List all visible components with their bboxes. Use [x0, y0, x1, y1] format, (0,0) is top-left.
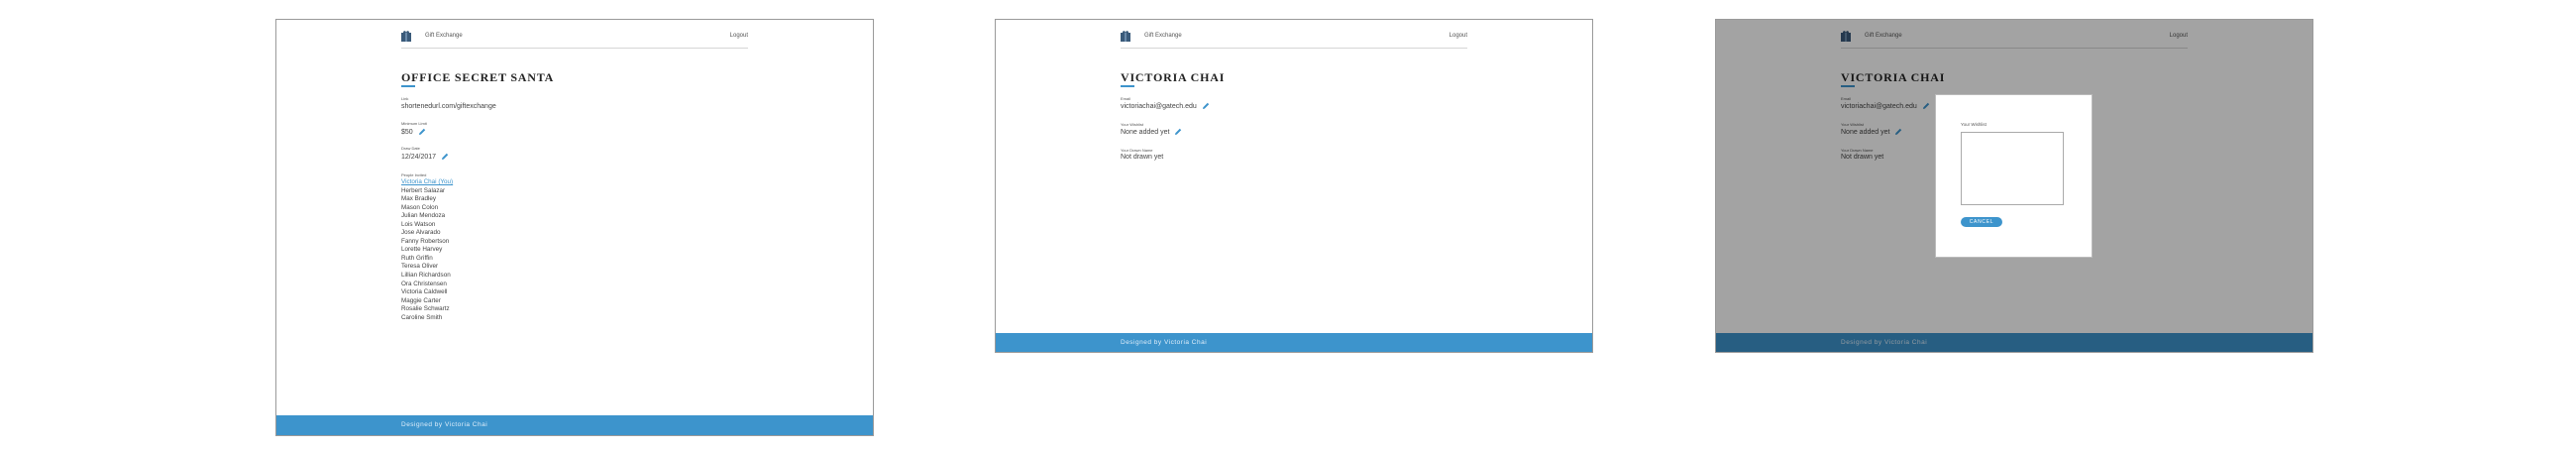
list-item: Victoria Caldwell — [401, 288, 448, 296]
minimum-limit-label: Minimum Limit — [401, 121, 427, 126]
list-item: Ora Christensen — [401, 280, 447, 287]
screen-profile-wishlist-modal: Gift Exchange Logout VICTORIA CHAI Email… — [1715, 19, 2313, 353]
list-item: Herbert Salazar — [401, 186, 446, 194]
minimum-limit-value: $50 — [401, 128, 413, 136]
draw-date-field: 12/24/2017 — [401, 153, 449, 161]
edit-pencil-icon[interactable] — [441, 153, 449, 161]
edit-pencil-icon[interactable] — [1174, 128, 1182, 136]
minimum-limit-field: $50 — [401, 128, 426, 136]
list-item: Jose Alvarado — [401, 229, 441, 237]
list-item: Ruth Griffin — [401, 254, 433, 262]
edit-pencil-icon[interactable] — [1202, 102, 1210, 110]
footer: Designed by Victoria Chai — [276, 415, 873, 435]
draw-date-value: 12/24/2017 — [401, 153, 437, 161]
screen-profile: Gift Exchange Logout VICTORIA CHAI Email… — [995, 19, 1593, 353]
cancel-button[interactable]: CANCEL — [1961, 217, 2002, 227]
link-text[interactable]: shortenedurl.com/giftexchange — [401, 103, 496, 110]
list-item: Fanny Robertson — [401, 237, 450, 245]
app-name-link[interactable]: Gift Exchange — [425, 33, 463, 39]
modal-wishlist-label: Your Wishlist — [1961, 122, 1986, 127]
email-value: victoriachai@gatech.edu — [1121, 102, 1197, 110]
title-underline — [401, 85, 415, 87]
wishlist-modal: Your Wishlist CANCEL — [1935, 94, 2093, 258]
page-title: VICTORIA CHAI — [1121, 70, 1226, 84]
list-item: Teresa Oliver — [401, 263, 439, 271]
app-name-link[interactable]: Gift Exchange — [1144, 33, 1182, 39]
title-underline — [1121, 85, 1134, 87]
email-label: Email — [1121, 96, 1131, 101]
people-invited-label: People Invited — [401, 172, 427, 177]
wishlist-textarea[interactable] — [1961, 132, 2064, 205]
header-bar: Gift Exchange Logout — [1121, 26, 1467, 49]
drawn-name-label: Your Drawn Name — [1121, 148, 1153, 153]
people-list: Victoria Chai (You) Herbert Salazar Max … — [401, 178, 453, 322]
email-field: victoriachai@gatech.edu — [1121, 102, 1210, 110]
header-bar: Gift Exchange Logout — [401, 26, 748, 49]
edit-pencil-icon[interactable] — [418, 128, 426, 136]
list-item: Lillian Richardson — [401, 272, 451, 280]
draw-date-label: Draw Date — [401, 146, 420, 151]
logout-link[interactable]: Logout — [1449, 33, 1467, 39]
wishlist-label: Your Wishlist — [1121, 122, 1143, 127]
list-item: Julian Mendoza — [401, 212, 446, 220]
link-label: Link — [401, 96, 409, 101]
drawn-name-field: Not drawn yet — [1121, 154, 1163, 161]
footer-credit: Designed by Victoria Chai — [1121, 339, 1208, 346]
gift-logo-icon[interactable] — [401, 30, 411, 42]
gift-logo-icon[interactable] — [1121, 30, 1130, 42]
list-item: Lois Watson — [401, 220, 436, 228]
link-value[interactable]: shortenedurl.com/giftexchange — [401, 103, 496, 110]
wishlist-value: None added yet — [1121, 128, 1170, 136]
list-item: Mason Colon — [401, 203, 439, 211]
list-item[interactable]: Victoria Chai (You) — [401, 178, 453, 187]
footer-credit: Designed by Victoria Chai — [401, 421, 488, 428]
list-item: Max Bradley — [401, 195, 436, 203]
list-item: Caroline Smith — [401, 313, 443, 321]
list-item: Maggie Carter — [401, 296, 441, 304]
page-title: OFFICE SECRET SANTA — [401, 70, 555, 84]
list-item: Rosalie Schwartz — [401, 305, 450, 313]
screen-event-details: Gift Exchange Logout OFFICE SECRET SANTA… — [275, 19, 874, 436]
wishlist-field: None added yet — [1121, 128, 1182, 136]
footer: Designed by Victoria Chai — [996, 333, 1592, 352]
drawn-name-value: Not drawn yet — [1121, 154, 1164, 161]
logout-link[interactable]: Logout — [730, 33, 748, 39]
list-item: Lorette Harvey — [401, 246, 443, 254]
